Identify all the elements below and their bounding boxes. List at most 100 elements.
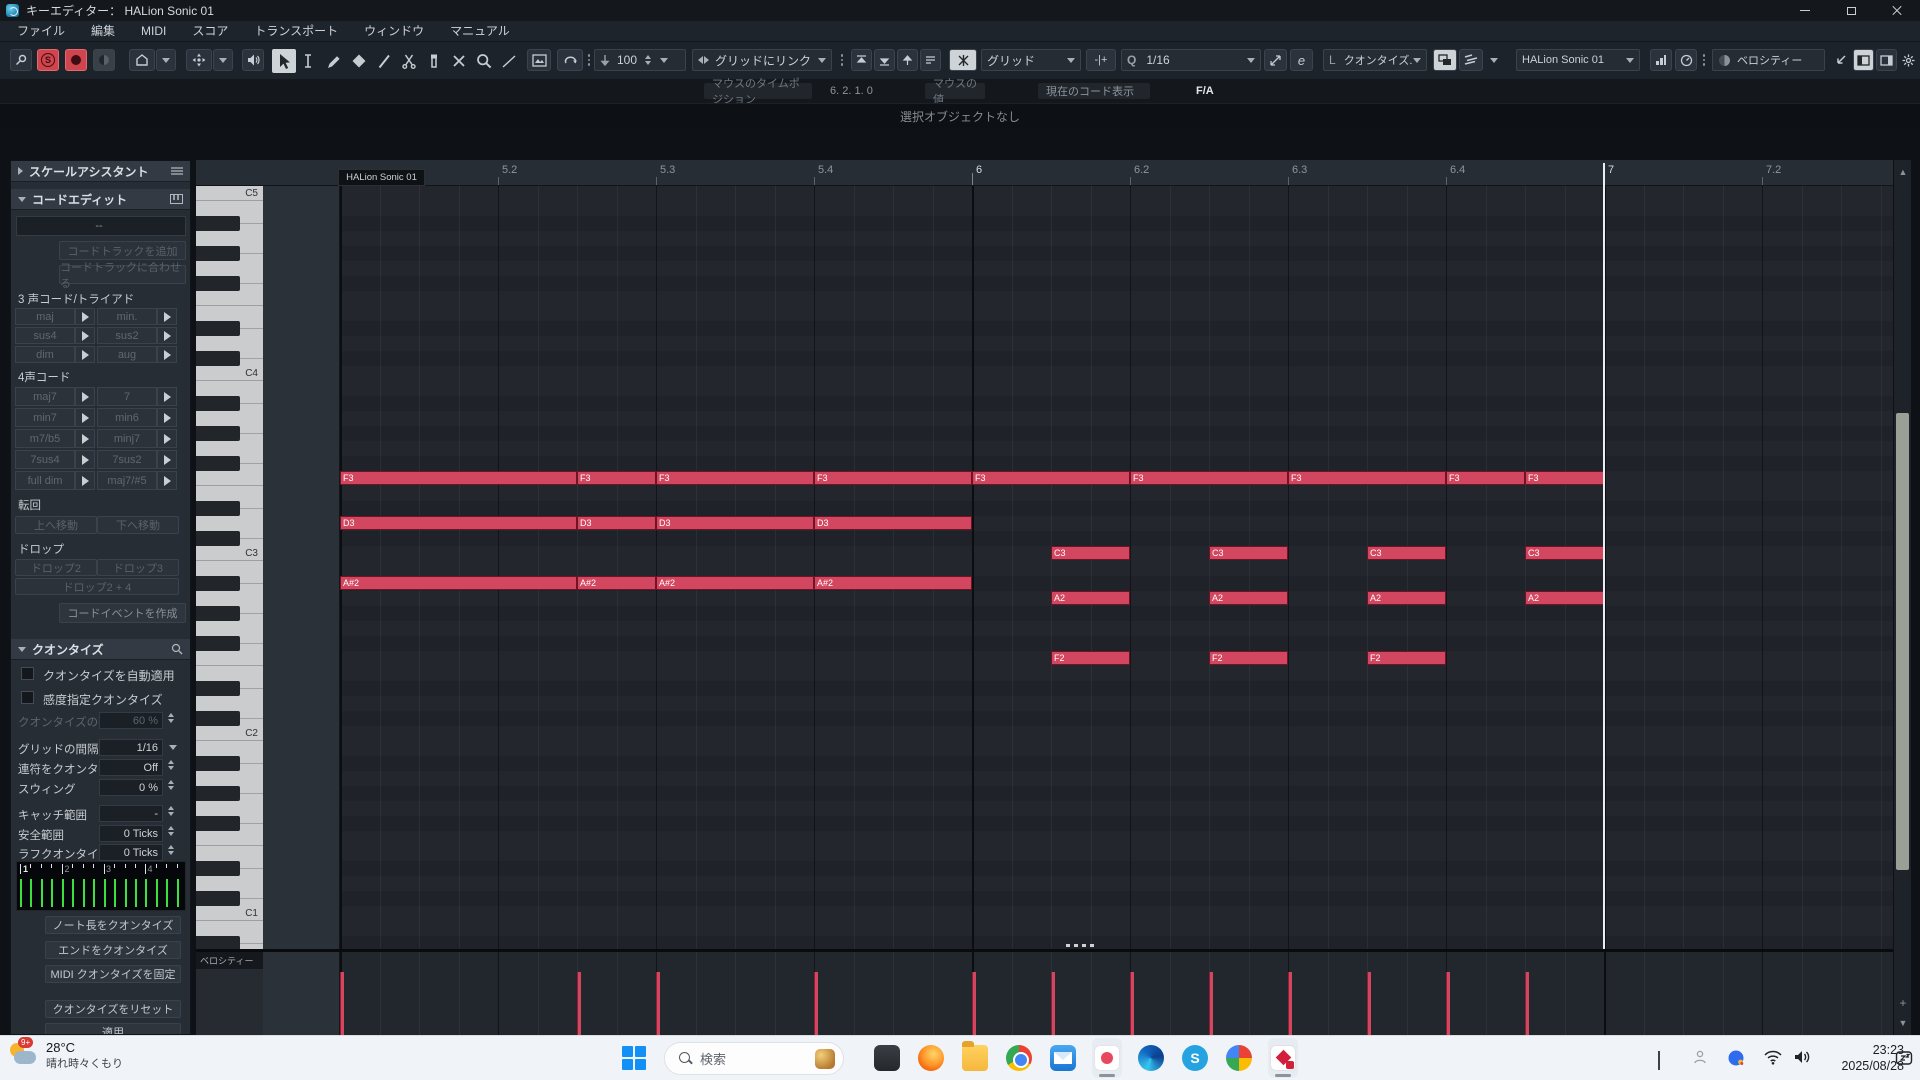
white-key[interactable] <box>196 411 263 426</box>
black-key[interactable] <box>196 276 240 291</box>
tetrad-minj7-voicing-arrow[interactable] <box>157 429 177 448</box>
triad-aug-button[interactable]: aug <box>97 346 157 363</box>
toolbar-options-kebab[interactable] <box>1700 49 1708 71</box>
window-layout-dropdown[interactable] <box>156 49 176 71</box>
start-button[interactable] <box>622 1046 648 1072</box>
white-key[interactable] <box>196 561 263 576</box>
white-key[interactable] <box>196 381 263 396</box>
black-key[interactable] <box>196 456 240 471</box>
tetrad-7-voicing-arrow[interactable] <box>157 387 177 406</box>
zoom-in-button[interactable]: + <box>1894 993 1912 1013</box>
quantize-note-length-button[interactable]: ノート長をクオンタイズ <box>45 916 181 934</box>
black-key[interactable] <box>196 576 240 591</box>
split-tool[interactable] <box>397 49 421 73</box>
volume-icon[interactable] <box>1793 1049 1811 1080</box>
triad-min--voicing-arrow[interactable] <box>157 308 177 325</box>
taskbar-app-cubase[interactable] <box>1268 1038 1298 1078</box>
taskbar-app-file-explorer[interactable] <box>960 1038 990 1078</box>
tray-app-icon[interactable] <box>1727 1049 1745 1080</box>
minimize-button[interactable] <box>1782 0 1828 21</box>
midi-note[interactable]: F3 <box>1525 471 1604 485</box>
close-button[interactable] <box>1874 0 1920 21</box>
midi-note[interactable]: C3 <box>1367 546 1446 560</box>
midi-note[interactable]: A2 <box>1209 591 1288 605</box>
quantize-header[interactable]: クオンタイズ <box>11 639 190 660</box>
acoustic-feedback-button[interactable] <box>93 49 115 71</box>
velocity-bar[interactable] <box>340 972 344 1035</box>
trim-tool[interactable] <box>372 49 396 73</box>
menu-transport[interactable]: トランスポート <box>241 21 351 42</box>
white-key[interactable] <box>196 921 263 936</box>
audition-button[interactable] <box>242 49 264 71</box>
midi-note[interactable]: D3 <box>656 516 814 530</box>
black-key[interactable] <box>196 786 240 801</box>
scale-assistant-header[interactable]: スケールアシスタント <box>11 161 190 182</box>
midi-note[interactable]: A2 <box>1525 591 1604 605</box>
black-key[interactable] <box>196 426 240 441</box>
black-key[interactable] <box>196 636 240 651</box>
soft-quantize-checkbox[interactable] <box>21 691 34 704</box>
tuplet-stepper[interactable] <box>168 760 174 770</box>
tetrad-m7-b5-button[interactable]: m7/b5 <box>15 429 75 448</box>
grid-spacing-field[interactable]: 1/16 <box>99 739 163 756</box>
white-key[interactable] <box>196 801 263 816</box>
midi-note[interactable]: F2 <box>1367 651 1446 665</box>
white-key[interactable] <box>196 201 263 216</box>
match-chord-track-button[interactable]: コードトラックに合わせる <box>59 265 186 284</box>
quantize-ends-button[interactable]: エンドをクオンタイズ <box>45 941 181 959</box>
white-key[interactable] <box>196 621 263 636</box>
move-down-button[interactable]: 下へ移動 <box>97 516 179 534</box>
length-options-kebab[interactable] <box>838 49 846 71</box>
pin-button[interactable] <box>10 49 32 71</box>
white-key[interactable] <box>196 261 263 276</box>
midi-note[interactable]: A#2 <box>340 576 577 590</box>
taskbar-app-terminal-app[interactable] <box>872 1038 902 1078</box>
velocity-bar[interactable] <box>1130 972 1134 1035</box>
scroll-down-button[interactable]: ▼ <box>1894 1013 1912 1033</box>
tetrad-7sus4-button[interactable]: 7sus4 <box>15 450 75 469</box>
menu-score[interactable]: スコア <box>179 21 241 42</box>
velocity-dropdown-icon[interactable] <box>660 58 668 63</box>
triad-sus4-voicing-arrow[interactable] <box>75 327 95 344</box>
record-button[interactable] <box>65 49 87 71</box>
grid-spacing-dropdown-icon[interactable] <box>169 745 177 750</box>
menu-window[interactable]: ウィンドウ <box>351 21 437 42</box>
range-tool[interactable] <box>297 49 321 73</box>
lane-resize-handle[interactable] <box>1066 944 1100 948</box>
tetrad-min7-button[interactable]: min7 <box>15 408 75 427</box>
zoom-tool[interactable] <box>472 49 496 73</box>
wifi-icon[interactable] <box>1764 1050 1782 1080</box>
auto-apply-checkbox[interactable] <box>21 667 34 680</box>
midi-note[interactable]: D3 <box>577 516 656 530</box>
search-box[interactable]: 検索 <box>664 1042 844 1075</box>
tetrad-7-button[interactable]: 7 <box>97 387 157 406</box>
white-key[interactable] <box>196 516 263 531</box>
show-left-zone-button[interactable] <box>1853 49 1874 71</box>
maximize-button[interactable] <box>1828 0 1874 21</box>
freeze-quantize-button[interactable]: e <box>1290 49 1313 71</box>
solo-button[interactable]: S <box>37 49 59 71</box>
taskbar-clock[interactable]: 23:23 2025/08/28 <box>1826 1042 1904 1074</box>
velocity-bar[interactable] <box>814 972 818 1035</box>
black-key[interactable] <box>196 936 240 949</box>
mute-tool[interactable] <box>447 49 471 73</box>
piano-keyboard[interactable]: C5C4C3C2C1 <box>196 186 263 949</box>
snap-type-field[interactable]: グリッド <box>981 49 1081 71</box>
grid-overlay-button[interactable] <box>1650 49 1672 71</box>
white-key[interactable] <box>196 771 263 786</box>
menu-manual[interactable]: マニュアル <box>437 21 523 42</box>
show-note-edit-overlay-button[interactable] <box>1433 49 1457 71</box>
midi-note[interactable]: A#2 <box>656 576 814 590</box>
part-selector-field[interactable]: HALion Sonic 01 <box>1516 49 1640 71</box>
apply-quantize-button[interactable]: 適用 <box>45 1023 181 1035</box>
strength-field[interactable]: 60 % <box>99 712 163 729</box>
drop2-4-button[interactable]: ドロップ2 + 4 <box>15 578 179 595</box>
velocity-bar[interactable] <box>972 972 976 1035</box>
auto-scroll-dropdown[interactable] <box>213 49 233 71</box>
white-key[interactable] <box>196 231 263 246</box>
open-in-lower-zone-button[interactable] <box>1831 49 1851 71</box>
tray-person-icon[interactable] <box>1692 1049 1708 1080</box>
white-key[interactable] <box>196 651 263 666</box>
setup-toolbar-gear-button[interactable] <box>1899 49 1917 71</box>
midi-note[interactable]: F3 <box>577 471 656 485</box>
